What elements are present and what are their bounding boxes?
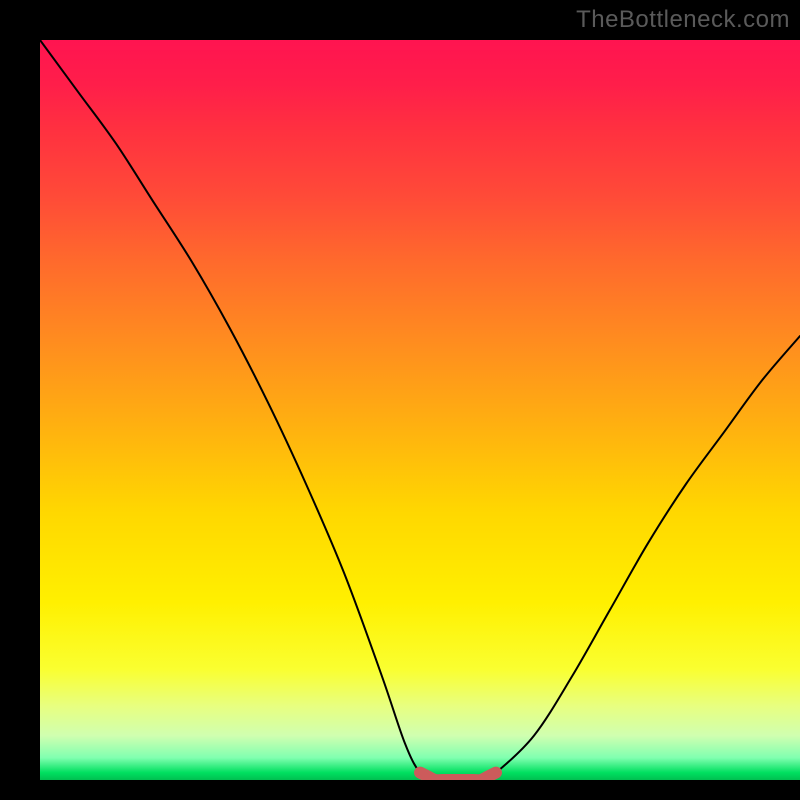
curve-layer xyxy=(40,40,800,780)
plot-area xyxy=(40,40,800,780)
watermark-text: TheBottleneck.com xyxy=(576,6,790,34)
optimal-range-highlight xyxy=(420,773,496,780)
bottleneck-curve xyxy=(40,40,800,780)
chart-frame: TheBottleneck.com xyxy=(0,0,800,800)
plot-container xyxy=(40,40,800,780)
